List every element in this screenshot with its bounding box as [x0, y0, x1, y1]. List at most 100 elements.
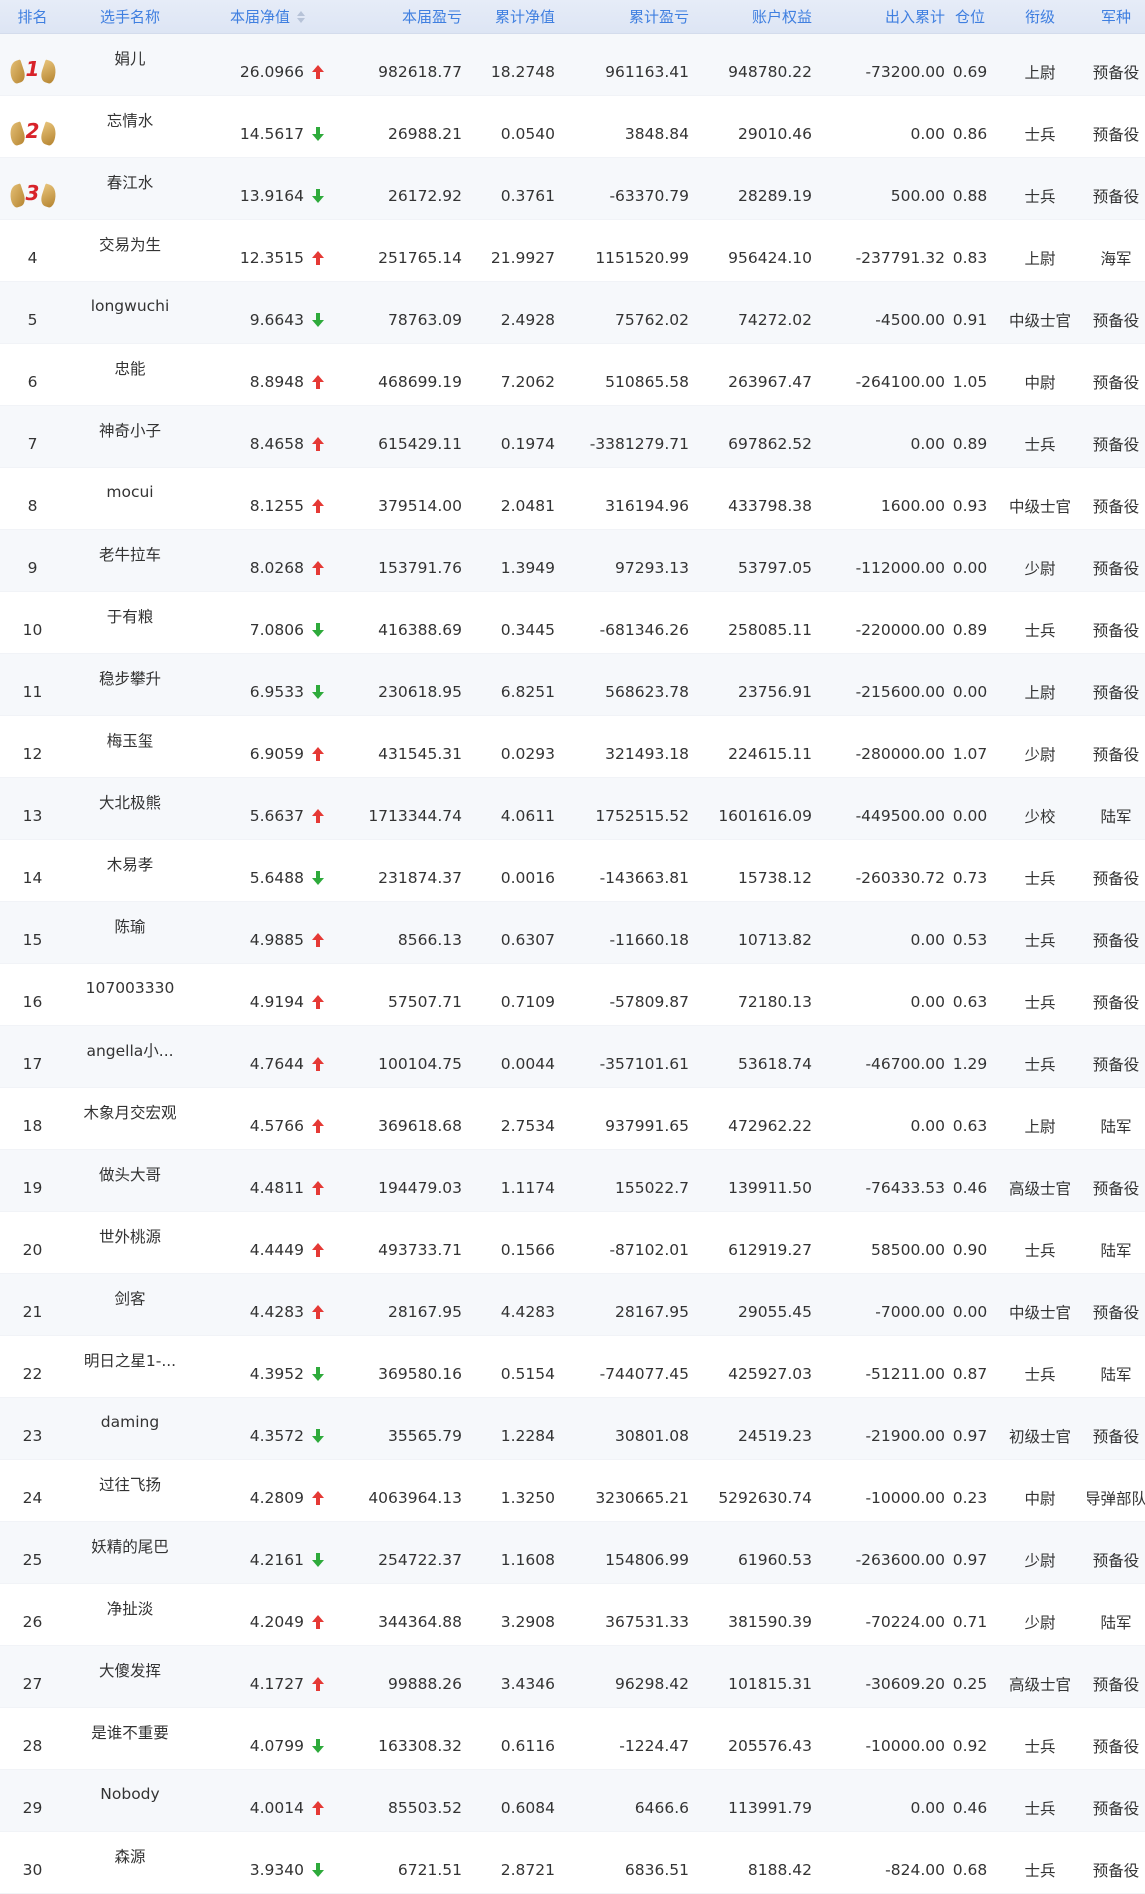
player-name[interactable]: 忠能 [65, 344, 195, 405]
table-row[interactable]: 21 剑客 4.4283 28167.95 4.4283 28167.95 29055.45… [0, 1274, 1145, 1336]
table-row[interactable]: 23 daming 4.3572 35565.79 1.2284 30801.08 2451… [0, 1398, 1145, 1460]
table-row[interactable]: 7 神奇小子 8.4658 615429.11 0.1974 -3381279.71 697… [0, 406, 1145, 468]
trend [310, 1770, 326, 1831]
net-value: 6.9059 [249, 744, 304, 763]
player-name[interactable]: 107003330 [65, 964, 195, 1025]
cumulative-net-value: 0.6116 [500, 1736, 555, 1755]
net-value: 4.2809 [249, 1488, 304, 1507]
player-name[interactable]: 大傻发挥 [65, 1646, 195, 1707]
header-pl[interactable]: 本届盈亏 [326, 0, 464, 33]
trend [310, 1460, 326, 1521]
player-name[interactable]: 森源 [65, 1832, 195, 1893]
table-row[interactable]: 8 mocui 8.1255 379514.00 2.0481 316194.96 4337… [0, 468, 1145, 530]
header-army[interactable]: 军种 [1087, 0, 1145, 33]
table-row[interactable]: 12 梅玉玺 6.9059 431545.31 0.0293 321493.18 22461… [0, 716, 1145, 778]
player-name[interactable]: 忘情水 [65, 96, 195, 157]
table-row[interactable]: 10 于有粮 7.0806 416388.69 0.3445 -681346.26 2580… [0, 592, 1145, 654]
table-row[interactable]: 6 忠能 8.8948 468699.19 7.2062 510865.58 263967.… [0, 344, 1145, 406]
table-row[interactable]: 2 忘情水 14.5617 26988.21 0.0540 3848.84 29010.46… [0, 96, 1145, 158]
header-net-value[interactable]: 本届净值 [195, 0, 310, 33]
table-row[interactable]: 24 过往飞扬 4.2809 4063964.13 1.3250 3230665.21 52… [0, 1460, 1145, 1522]
arrow-up-icon [312, 1800, 324, 1815]
header-name[interactable]: 选手名称 [65, 0, 195, 33]
arrow-up-icon [312, 436, 324, 451]
player-name[interactable]: 做头大哥 [65, 1150, 195, 1211]
position: 0.89 [952, 434, 988, 453]
player-name[interactable]: 于有粮 [65, 592, 195, 653]
table-row[interactable]: 25 妖精的尾巴 4.2161 254722.37 1.1608 154806.99 619… [0, 1522, 1145, 1584]
grade: 士兵 [1024, 1055, 1056, 1074]
player-name[interactable]: 是谁不重要 [65, 1708, 195, 1769]
table-row[interactable]: 30 森源 3.9340 6721.51 2.8721 6836.51 8188.42 -82… [0, 1832, 1145, 1894]
arrow-up-icon [312, 1490, 324, 1505]
player-name[interactable]: 木易孝 [65, 840, 195, 901]
army: 陆军 [1100, 1117, 1132, 1136]
player-name[interactable]: 梅玉玺 [65, 716, 195, 777]
player-name[interactable]: daming [65, 1398, 195, 1459]
position: 0.97 [952, 1550, 988, 1569]
header-inout[interactable]: 出入累计 [814, 0, 947, 33]
player-name[interactable]: mocui [65, 468, 195, 529]
table-row[interactable]: 16 107003330 4.9194 57507.71 0.7109 -57809.87… [0, 964, 1145, 1026]
profit-loss: 6721.51 [397, 1860, 462, 1879]
player-name[interactable]: 妖精的尾巴 [65, 1522, 195, 1583]
header-cum-pl[interactable]: 累计盈亏 [557, 0, 691, 33]
arrow-up-icon [312, 64, 324, 79]
player-name[interactable]: 大北极熊 [65, 778, 195, 839]
rank-cell: 21 [22, 1302, 43, 1321]
table-row[interactable]: 9 老牛拉车 8.0268 153791.76 1.3949 97293.13 53797.… [0, 530, 1145, 592]
header-equity[interactable]: 账户权益 [691, 0, 814, 33]
player-name[interactable]: Nobody [65, 1770, 195, 1831]
player-name[interactable]: 剑客 [65, 1274, 195, 1335]
player-name[interactable]: 春江水 [65, 158, 195, 219]
player-name[interactable]: 稳步攀升 [65, 654, 195, 715]
header-grade[interactable]: 衔级 [993, 0, 1087, 33]
player-name[interactable]: 陈瑜 [65, 902, 195, 963]
sort-icon[interactable] [296, 10, 306, 24]
arrow-up-icon [312, 1676, 324, 1691]
player-name[interactable]: longwuchi [65, 282, 195, 343]
table-row[interactable]: 3 春江水 13.9164 26172.92 0.3761 -63370.79 28289.… [0, 158, 1145, 220]
table-row[interactable]: 27 大傻发挥 4.1727 99888.26 3.4346 96298.42 101815… [0, 1646, 1145, 1708]
header-cum-net[interactable]: 累计净值 [464, 0, 557, 33]
grade: 士兵 [1024, 435, 1056, 454]
player-name[interactable]: 明日之星1-... [65, 1336, 195, 1397]
table-row[interactable]: 13 大北极熊 5.6637 1713344.74 4.0611 1752515.52 16… [0, 778, 1145, 840]
player-name[interactable]: angella小... [65, 1026, 195, 1087]
table-row[interactable]: 19 做头大哥 4.4811 194479.03 1.1174 155022.7 13991… [0, 1150, 1145, 1212]
player-name[interactable]: 神奇小子 [65, 406, 195, 467]
table-row[interactable]: 1 娟儿 26.0966 982618.77 18.2748 961163.41 94878… [0, 34, 1145, 96]
position: 0.25 [952, 1674, 988, 1693]
table-row[interactable]: 5 longwuchi 9.6643 78763.09 2.4928 75762.02 74… [0, 282, 1145, 344]
table-row[interactable]: 26 净扯淡 4.2049 344364.88 3.2908 367531.33 38159… [0, 1584, 1145, 1646]
cumulative-profit-loss: -3381279.71 [589, 434, 689, 453]
player-name[interactable]: 老牛拉车 [65, 530, 195, 591]
table-row[interactable]: 20 世外桃源 4.4449 493733.71 0.1566 -87102.01 6129… [0, 1212, 1145, 1274]
profit-loss: 230618.95 [378, 682, 462, 701]
table-row[interactable]: 4 交易为生 12.3515 251765.14 21.9927 1151520.99 95… [0, 220, 1145, 282]
trend [310, 716, 326, 777]
player-name[interactable]: 净扯淡 [65, 1584, 195, 1645]
player-name[interactable]: 娟儿 [65, 34, 195, 95]
player-name[interactable]: 世外桃源 [65, 1212, 195, 1273]
cumulative-net-value: 0.1974 [500, 434, 555, 453]
table-row[interactable]: 15 陈瑜 4.9885 8566.13 0.6307 -11660.18 10713.82… [0, 902, 1145, 964]
table-row[interactable]: 14 木易孝 5.6488 231874.37 0.0016 -143663.81 1573… [0, 840, 1145, 902]
table-row[interactable]: 18 木象月交宏观 4.5766 369618.68 2.7534 937991.65 47… [0, 1088, 1145, 1150]
account-equity: 23756.91 [738, 682, 812, 701]
army: 预备役 [1092, 993, 1140, 1012]
arrow-up-icon [312, 746, 324, 761]
army: 预备役 [1092, 683, 1140, 702]
cumulative-net-value: 0.6307 [500, 930, 555, 949]
player-name[interactable]: 木象月交宏观 [65, 1088, 195, 1149]
player-name[interactable]: 交易为生 [65, 220, 195, 281]
player-name[interactable]: 过往飞扬 [65, 1460, 195, 1521]
table-row[interactable]: 17 angella小... 4.7644 100104.75 0.0044 -35710… [0, 1026, 1145, 1088]
table-row[interactable]: 28 是谁不重要 4.0799 163308.32 0.6116 -1224.47 2055… [0, 1708, 1145, 1770]
table-row[interactable]: 22 明日之星1-... 4.3952 369580.16 0.5154 -744077.… [0, 1336, 1145, 1398]
header-rank[interactable]: 排名 [0, 0, 65, 33]
header-position[interactable]: 仓位 [947, 0, 993, 33]
table-row[interactable]: 11 稳步攀升 6.9533 230618.95 6.8251 568623.78 2375… [0, 654, 1145, 716]
in-out-total: -10000.00 [865, 1736, 945, 1755]
table-row[interactable]: 29 Nobody 4.0014 85503.52 0.6084 6466.6 113991… [0, 1770, 1145, 1832]
